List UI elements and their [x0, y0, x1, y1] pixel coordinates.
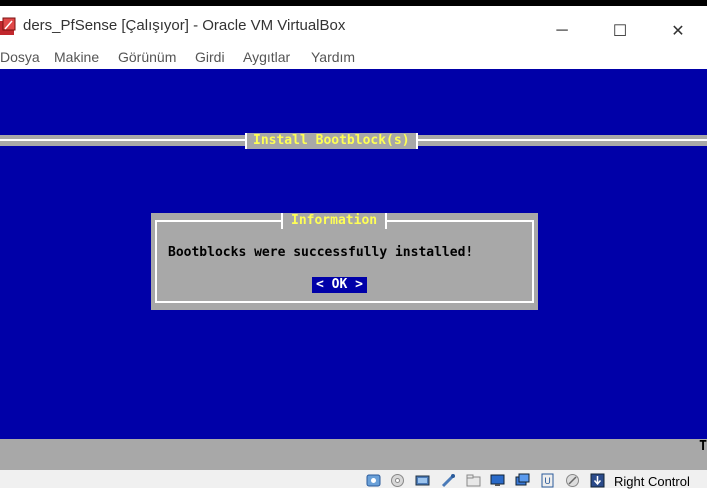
usb-icon[interactable]	[466, 473, 481, 488]
shared-folders-icon[interactable]	[490, 473, 505, 488]
bottom-bar-text: T	[699, 439, 707, 454]
window-titlebar[interactable]: ders_PfSense [Çalışıyor] - Oracle VM Vir…	[0, 6, 707, 44]
menu-dosya[interactable]: Dosya	[0, 49, 40, 65]
menu-bar: Dosya Makine Görünüm Girdi Aygıtlar Yard…	[0, 44, 707, 69]
vm-bottom-bar: T	[0, 439, 707, 470]
vm-display[interactable]: Install Bootblock(s) Information Bootblo…	[0, 69, 707, 439]
hard-disk-icon[interactable]	[366, 473, 381, 488]
installer-header-title: Install Bootblock(s)	[245, 133, 418, 149]
display-icon[interactable]	[515, 473, 530, 488]
svg-text:U: U	[544, 477, 551, 487]
host-key-label: Right Control	[614, 474, 690, 489]
mouse-integration-icon[interactable]	[590, 473, 605, 488]
dialog-message: Bootblocks were successfully installed!	[168, 245, 474, 260]
network-icon[interactable]	[441, 473, 456, 488]
menu-aygitlar[interactable]: Aygıtlar	[243, 49, 290, 65]
status-bar: U Right Control	[0, 470, 707, 489]
audio-icon[interactable]	[415, 473, 430, 488]
maximize-icon: ☐	[612, 23, 628, 40]
window-title: ders_PfSense [Çalışıyor] - Oracle VM Vir…	[23, 17, 346, 34]
menu-yardim[interactable]: Yardım	[311, 49, 355, 65]
dialog-title: Information	[281, 213, 388, 229]
virtualbox-app-icon	[0, 17, 16, 35]
menu-girdi[interactable]: Girdi	[195, 49, 225, 65]
menu-makine[interactable]: Makine	[54, 49, 99, 65]
optical-drive-icon[interactable]	[390, 473, 405, 488]
menu-gorunum[interactable]: Görünüm	[118, 49, 176, 65]
minimize-icon: ─	[556, 22, 568, 39]
video-capture-icon[interactable]: U	[540, 473, 555, 488]
close-icon: ✕	[671, 23, 685, 40]
ok-button[interactable]: < OK >	[312, 277, 367, 293]
cpu-icon[interactable]	[565, 473, 580, 488]
information-dialog: Information Bootblocks were successfully…	[151, 213, 538, 310]
